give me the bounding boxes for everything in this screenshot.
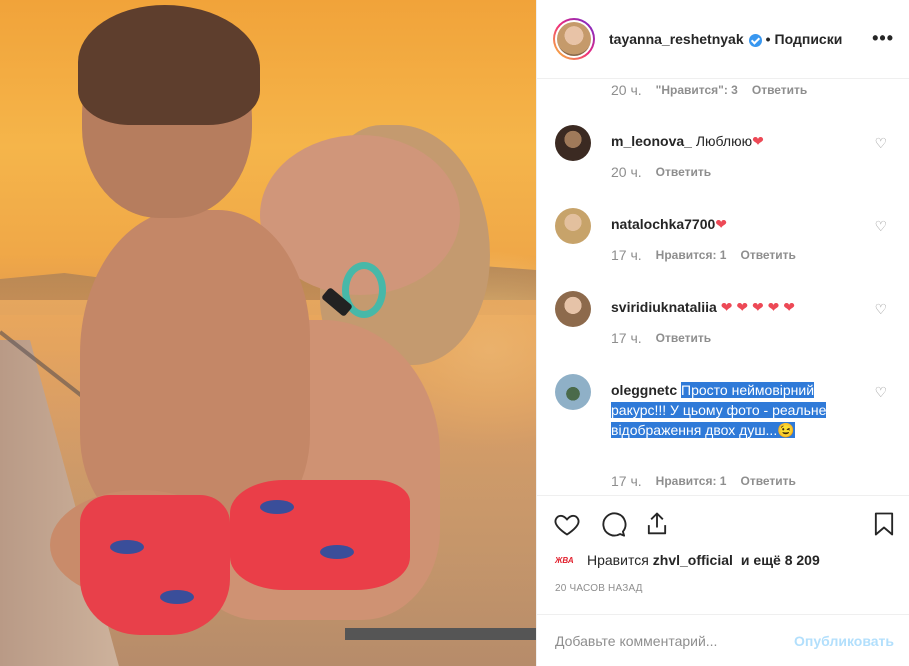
comment-time: 17 ч. (611, 473, 642, 489)
post-photo[interactable] (0, 0, 536, 666)
publish-button[interactable]: Опубликовать (794, 633, 894, 649)
wink-emoji: 😉 (777, 422, 795, 438)
whale-print (320, 545, 354, 559)
like-comment-icon[interactable]: ♡ (874, 384, 887, 401)
comment-time: 17 ч. (611, 330, 642, 346)
comment-username[interactable]: sviridiuknataliia (611, 299, 717, 315)
comment-text: sviridiuknataliia ❤ ❤ ❤ ❤ ❤ (611, 297, 851, 317)
whale-print (260, 500, 294, 514)
zhva-logo[interactable]: ЖВА (555, 553, 577, 567)
comment-icon[interactable] (599, 510, 627, 538)
boy-hair (78, 5, 260, 125)
likes-prefix: Нравится (587, 552, 649, 568)
comment-username[interactable]: m_leonova_ (611, 133, 692, 149)
comment-text: natalochka7700❤ (611, 214, 851, 234)
liker-username[interactable]: zhvl_official (653, 552, 733, 568)
railing (345, 628, 536, 640)
comment-likes[interactable]: Нравится: 1 (656, 474, 727, 488)
comment-body: Люблюю (695, 133, 753, 149)
reply-button[interactable]: Ответить (740, 248, 795, 262)
like-comment-icon[interactable]: ♡ (874, 301, 887, 318)
action-bar (537, 495, 909, 550)
comment-username[interactable]: oleggnetc (611, 382, 677, 398)
heart-emoji: ❤ (752, 133, 764, 149)
comment-input[interactable]: Добавьте комментарий... (555, 633, 717, 649)
comment-time: 17 ч. (611, 247, 642, 263)
add-comment-bar: Добавьте комментарий... Опубликовать (537, 614, 909, 666)
post-header: tayanna_reshetnyak • Подписки ••• (537, 0, 909, 79)
avatar[interactable] (555, 125, 591, 161)
likes-summary: ЖВА Нравится zhvl_official и ещё 8 209 (555, 552, 824, 568)
avatar[interactable] (555, 291, 591, 327)
like-comment-icon[interactable]: ♡ (874, 218, 887, 235)
post-side-panel: tayanna_reshetnyak • Подписки ••• 20 ч. … (536, 0, 909, 666)
verified-icon (748, 33, 762, 47)
woman-swimsuit (230, 480, 410, 590)
reply-button[interactable]: Ответить (740, 474, 795, 488)
boy-swim-shorts (80, 495, 230, 635)
reply-button[interactable]: Ответить (752, 83, 807, 97)
comment-text: oleggnetc Просто неймовірний ракурс!!! У… (611, 380, 841, 440)
avatar[interactable] (555, 374, 591, 410)
avatar[interactable] (555, 208, 591, 244)
comment-likes[interactable]: Нравится: 1 (656, 248, 727, 262)
heart-icon[interactable] (553, 510, 581, 538)
whale-print (110, 540, 144, 554)
whale-print (160, 590, 194, 604)
comment-meta: 17 ч. Ответить (611, 330, 711, 346)
comment-likes[interactable]: "Нравится": 3 (656, 83, 738, 97)
bookmark-icon[interactable] (870, 510, 898, 538)
comment-meta: 20 ч. "Нравится": 3 Ответить (611, 82, 807, 98)
comment-text: m_leonova_ Люблюю❤ (611, 131, 851, 151)
comment-meta: 17 ч. Нравится: 1 Ответить (611, 473, 796, 489)
reply-button[interactable]: Ответить (656, 165, 711, 179)
separator: • (765, 31, 771, 47)
comment-time: 20 ч. (611, 82, 642, 98)
comments-list[interactable]: 20 ч. "Нравится": 3 Ответить m_leonova_ … (537, 80, 909, 495)
heart-emoji: ❤ (715, 216, 728, 232)
more-icon[interactable]: ••• (872, 28, 894, 49)
following-button[interactable]: Подписки (775, 31, 843, 47)
reply-button[interactable]: Ответить (656, 331, 711, 345)
avatar[interactable] (553, 18, 595, 60)
comment-meta: 20 ч. Ответить (611, 164, 711, 180)
comment-username[interactable]: natalochka7700 (611, 216, 715, 232)
likes-count[interactable]: и ещё 8 209 (741, 552, 820, 568)
like-comment-icon[interactable]: ♡ (874, 135, 887, 152)
post-date[interactable]: 20 ЧАСОВ НАЗАД (555, 583, 643, 594)
comment-meta: 17 ч. Нравится: 1 Ответить (611, 247, 796, 263)
heart-emoji: ❤ ❤ ❤ ❤ ❤ (720, 299, 795, 315)
post-username[interactable]: tayanna_reshetnyak (609, 31, 744, 47)
share-icon[interactable] (643, 510, 671, 538)
comment-time: 20 ч. (611, 164, 642, 180)
